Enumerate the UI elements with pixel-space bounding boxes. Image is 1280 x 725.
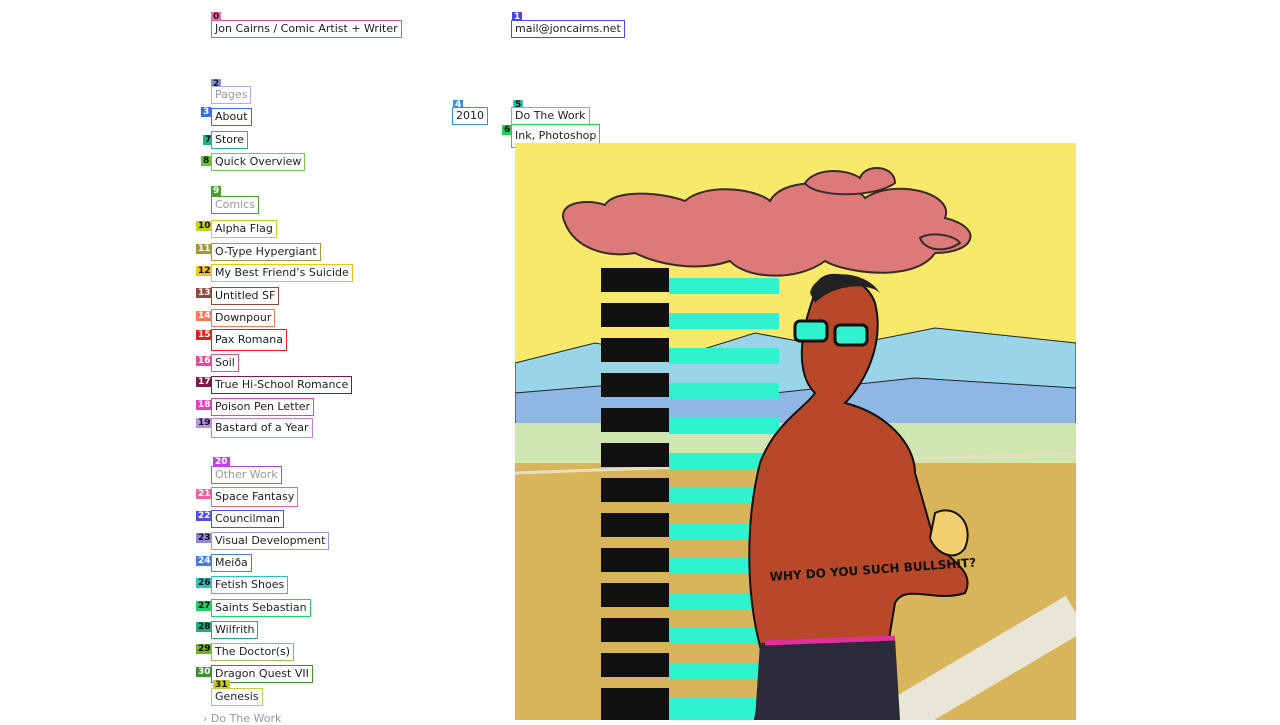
sidebar-item-about[interactable]: About [211, 108, 252, 126]
site-title-link[interactable]: Jon Cairns / Comic Artist + Writer [211, 20, 402, 38]
sidebar-item-bastard-of-a-year[interactable]: Bastard of a Year [211, 418, 313, 438]
marker-label: 9 [211, 186, 222, 196]
sidebar-item-wilfrith[interactable]: Wilfrith [211, 621, 259, 639]
marker-label: 8 [201, 156, 212, 166]
sidebar-item-my-best-friends-suicide[interactable]: My Best Friend’s Suicide [211, 264, 353, 282]
email-link[interactable]: mail@joncairns.net [511, 20, 625, 38]
comics-heading: Comics [211, 196, 259, 214]
pages-heading: Pages [211, 86, 252, 104]
sidebar-item-o-type-hypergiant[interactable]: O-Type Hypergiant [211, 243, 321, 261]
current-page-link[interactable]: › Do The Work [203, 712, 281, 725]
sidebar-item-soil[interactable]: Soil [211, 354, 239, 372]
project-title: Do The Work [511, 107, 590, 125]
sidebar-item-councilman[interactable]: Councilman [211, 510, 284, 528]
sidebar-item-pax-romana[interactable]: Pax Romana [211, 329, 287, 351]
sidebar-item-genesis[interactable]: Genesis [211, 688, 263, 706]
sidebar-item-space-fantasy[interactable]: Space Fantasy [211, 487, 299, 507]
sidebar-item-downpour[interactable]: Downpour [211, 309, 276, 327]
sidebar-item-visual-development[interactable]: Visual Development [211, 532, 330, 550]
sidebar-item-meida[interactable]: Meiða [211, 554, 252, 572]
sidebar-item-the-doctors[interactable]: The Doctor(s) [211, 643, 295, 661]
marker-label: 3 [201, 107, 212, 117]
sidebar-item-true-hi-school-romance[interactable]: True Hi-School Romance [211, 376, 353, 394]
sidebar-item-fetish-shoes[interactable]: Fetish Shoes [211, 576, 289, 594]
sidebar-item-alpha-flag[interactable]: Alpha Flag [211, 220, 277, 238]
sidebar-item-saints-sebastian[interactable]: Saints Sebastian [211, 599, 311, 617]
other-work-heading: Other Work [211, 466, 282, 484]
sidebar-item-quick-overview[interactable]: Quick Overview [211, 153, 306, 171]
sidebar-item-untitled-sf[interactable]: Untitled SF [211, 287, 280, 305]
project-year: 2010 [452, 107, 488, 125]
sidebar-item-poison-pen-letter[interactable]: Poison Pen Letter [211, 398, 315, 416]
sidebar-item-store[interactable]: Store [211, 131, 249, 149]
do-the-work-artwork: WHY DO YOU SUCH BULLSHIT? [515, 143, 1076, 720]
